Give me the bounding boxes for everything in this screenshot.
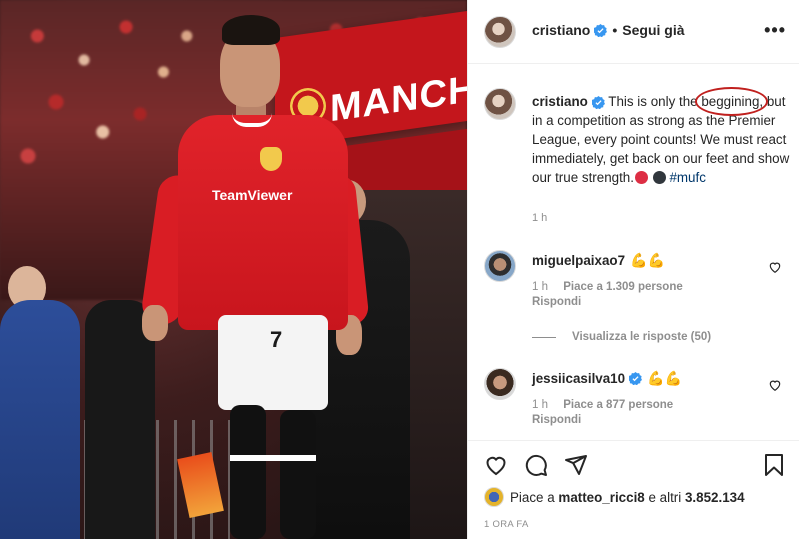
header-username[interactable]: cristiano: [532, 22, 590, 38]
caption-time: 1 h: [532, 212, 548, 224]
comment-likes[interactable]: Piace a 877 persone: [563, 399, 673, 411]
comment-item: jessiicasilva10 💪💪 1 h Piace a 877 perso…: [484, 368, 794, 438]
comment-username[interactable]: miguelpaixao7: [532, 253, 625, 268]
bookmark-icon[interactable]: [762, 453, 786, 477]
reply-button[interactable]: Rispondi: [532, 414, 685, 426]
comment-header: miguelpaixao7 💪💪: [532, 252, 695, 269]
caption-text-start: This is only the: [604, 94, 702, 109]
post-sidebar: cristiano • Segui già ••• cristiano This…: [467, 0, 799, 539]
flexed-biceps-icon: 💪💪: [647, 370, 682, 386]
follow-status-button[interactable]: Segui già: [622, 22, 684, 38]
action-bar: Piace a matteo_ricci8 e altri 3.852.134 …: [468, 440, 799, 539]
player-leg-right: [280, 410, 316, 539]
share-icon[interactable]: [564, 453, 588, 477]
player-leg-left: [230, 405, 266, 539]
comment-likes[interactable]: Piace a 1.309 persone: [563, 281, 683, 293]
sock-band: [230, 455, 316, 461]
caption-username[interactable]: cristiano: [532, 94, 588, 109]
hashtag-link[interactable]: #mufc: [669, 170, 705, 185]
post-timestamp: 1 ORA FA: [484, 519, 529, 530]
comment-meta: 1 h Piace a 877 persone: [532, 399, 685, 411]
comment-body: jessiicasilva10 💪💪 1 h Piace a 877 perso…: [532, 370, 685, 426]
divider-line: [532, 336, 556, 338]
player-hair: [222, 15, 280, 45]
verified-badge-icon: [594, 23, 608, 37]
heart-icon[interactable]: [768, 260, 782, 274]
red-circle-icon: [634, 171, 648, 184]
heart-icon[interactable]: [768, 378, 782, 392]
view-replies-button[interactable]: Visualizza le risposte (50): [532, 331, 711, 343]
comment-header: jessiicasilva10 💪💪: [532, 370, 685, 387]
avatar[interactable]: [484, 16, 516, 48]
more-options-icon[interactable]: •••: [764, 21, 786, 39]
post-header: cristiano • Segui già •••: [468, 0, 799, 64]
black-circle-icon: [652, 171, 666, 184]
view-replies-label: Visualizza le risposte (50): [572, 331, 712, 343]
shirt-sponsor: TeamViewer: [212, 187, 293, 203]
likes-summary: Piace a matteo_ricci8 e altri 3.852.134: [484, 487, 745, 507]
verified-badge-icon: [591, 95, 605, 109]
player-hand-left: [142, 305, 168, 341]
avatar[interactable]: [484, 250, 516, 282]
comment-item: miguelpaixao7 💪💪 1 h Piace a 1.309 perso…: [484, 250, 794, 320]
header-user: cristiano • Segui già: [532, 22, 685, 38]
likes-prefix: Piace a: [510, 489, 555, 505]
avatar[interactable]: [484, 88, 516, 120]
steward: [0, 300, 80, 539]
likes-suffix: e altri: [648, 489, 682, 505]
player: TeamViewer 7: [139, 15, 370, 539]
flexed-biceps-icon: 💪💪: [630, 252, 665, 268]
circled-word: beggining,: [695, 87, 768, 116]
caption-text: cristiano This is only the beggining, bu…: [532, 87, 794, 187]
avatar[interactable]: [484, 487, 504, 507]
comment-time: 1 h: [532, 399, 548, 411]
avatar[interactable]: [484, 368, 516, 400]
header-separator: •: [612, 22, 618, 38]
like-heart-icon[interactable]: [484, 453, 508, 477]
comment-meta: 1 h Piace a 1.309 persone: [532, 281, 695, 293]
comment-username[interactable]: jessiicasilva10: [532, 371, 625, 386]
comment-time: 1 h: [532, 281, 548, 293]
shorts-number: 7: [270, 327, 283, 352]
post-photo[interactable]: MANCH 7 TeamViewer 7: [0, 0, 467, 539]
likes-user[interactable]: matteo_ricci8: [558, 490, 644, 505]
reply-button[interactable]: Rispondi: [532, 296, 695, 308]
likes-count[interactable]: 3.852.134: [685, 490, 745, 505]
comment-icon[interactable]: [524, 453, 548, 477]
verified-badge-icon: [629, 372, 643, 385]
shirt-crest-icon: [260, 147, 282, 171]
comment-body: miguelpaixao7 💪💪 1 h Piace a 1.309 perso…: [532, 252, 695, 308]
